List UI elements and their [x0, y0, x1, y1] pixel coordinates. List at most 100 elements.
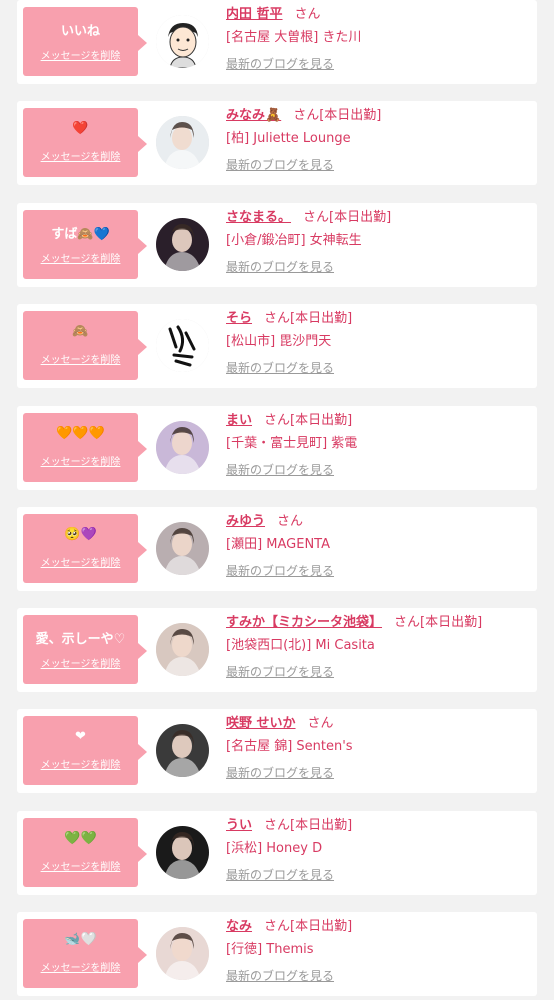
status-badge: [本日出勤] [290, 818, 353, 833]
message-text: 🙈 [72, 324, 89, 339]
honorific: さん [293, 108, 320, 123]
sender-info: みなみ🧸 さん[本日出勤] [柏] Juliette Lounge 最新のブログを見る [226, 107, 531, 173]
status-badge: [本日出勤] [329, 210, 392, 225]
latest-blog-link[interactable]: 最新のブログを見る [226, 259, 334, 275]
avatar[interactable] [156, 927, 209, 980]
delete-message-link[interactable]: メッセージを削除 [23, 250, 138, 265]
sender-name-link[interactable]: そら [226, 311, 252, 326]
sender-name-link[interactable]: 咲野 せいか [226, 716, 296, 731]
shop-label: [行徳] Themis [226, 942, 314, 957]
delete-message-link[interactable]: メッセージを削除 [23, 655, 138, 670]
latest-blog-link[interactable]: 最新のブログを見る [226, 157, 334, 173]
status-badge: [本日出勤] [319, 108, 382, 123]
sender-name-link[interactable]: なみ [226, 919, 252, 934]
message-card: 🐋🤍 メッセージを削除 なみ さん[本日出勤] [行徳] Themis 最新のブログを見る [17, 912, 537, 996]
sender-info: 内田 哲平 さん [名古屋 大曽根] きた川 最新のブログを見る [226, 6, 531, 72]
sender-line: まい さん[本日出勤] [226, 412, 531, 430]
message-card: ❤ メッセージを削除 咲野 せいか さん [名古屋 錦] Senten's 最新のブログを… [17, 709, 537, 793]
avatar[interactable] [156, 724, 209, 777]
avatar[interactable] [156, 421, 209, 474]
sender-line: みなみ🧸 さん[本日出勤] [226, 107, 531, 125]
message-text: ❤ [75, 729, 86, 744]
message-bubble: 🥺💜 メッセージを削除 [23, 514, 147, 583]
delete-message-link[interactable]: メッセージを削除 [23, 453, 138, 468]
status-badge: [本日出勤] [290, 311, 353, 326]
message-bubble: 愛、示しーや♡ メッセージを削除 [23, 615, 147, 684]
message-card: 🧡🧡🧡 メッセージを削除 まい さん[本日出勤] [千葉・富士見町] 紫電 最新のブログを… [17, 406, 537, 490]
message-text: ❤️ [72, 121, 89, 136]
message-card: 🥺💜 メッセージを削除 みゆう さん [瀬田] MAGENTA 最新のブログを見る [17, 507, 537, 591]
shop-label: [松山市] 毘沙門天 [226, 334, 332, 349]
sender-name-link[interactable]: 内田 哲平 [226, 7, 283, 22]
shop-label: [柏] Juliette Lounge [226, 131, 351, 146]
latest-blog-link[interactable]: 最新のブログを見る [226, 968, 334, 984]
avatar[interactable] [156, 623, 209, 676]
sender-name-link[interactable]: まい [226, 413, 252, 428]
sender-name-link[interactable]: すみか【ミカシータ池袋】 [226, 615, 382, 630]
sender-name-link[interactable]: うい [226, 818, 252, 833]
message-text: すば🙈💙 [51, 227, 110, 242]
latest-blog-link[interactable]: 最新のブログを見る [226, 360, 334, 376]
avatar[interactable] [156, 218, 209, 271]
avatar[interactable] [156, 826, 209, 879]
latest-blog-link[interactable]: 最新のブログを見る [226, 664, 334, 680]
sender-info: まい さん[本日出勤] [千葉・富士見町] 紫電 最新のブログを見る [226, 412, 531, 478]
message-bubble: 🙈 メッセージを削除 [23, 311, 147, 380]
latest-blog-link[interactable]: 最新のブログを見る [226, 867, 334, 883]
message-text: 🧡🧡🧡 [56, 426, 105, 441]
message-card: 愛、示しーや♡ メッセージを削除 すみか【ミカシータ池袋】 さん[本日出勤] [池袋西口… [17, 608, 537, 692]
shop-label: [名古屋 大曽根] きた川 [226, 30, 362, 45]
sender-name-link[interactable]: みゆう [226, 514, 265, 529]
honorific: さん [264, 413, 291, 428]
status-badge: [本日出勤] [290, 919, 353, 934]
honorific: さん [277, 514, 304, 529]
status-badge: [本日出勤] [420, 615, 483, 630]
honorific: さん [294, 7, 321, 22]
delete-message-link[interactable]: メッセージを削除 [23, 959, 138, 974]
shop-label: [浜松] Honey D [226, 841, 323, 856]
message-bubble: 🧡🧡🧡 メッセージを削除 [23, 413, 147, 482]
sender-line: みゆう さん [226, 513, 531, 531]
latest-blog-link[interactable]: 最新のブログを見る [226, 56, 334, 72]
delete-message-link[interactable]: メッセージを削除 [23, 148, 138, 163]
message-card: ❤️ メッセージを削除 みなみ🧸 さん[本日出勤] [柏] Juliette Loung… [17, 101, 537, 185]
honorific: さん [264, 919, 291, 934]
latest-blog-link[interactable]: 最新のブログを見る [226, 563, 334, 579]
latest-blog-link[interactable]: 最新のブログを見る [226, 462, 334, 478]
sender-line: さなまる。 さん[本日出勤] [226, 209, 531, 227]
avatar[interactable] [156, 522, 209, 575]
sender-line: すみか【ミカシータ池袋】 さん[本日出勤] [226, 614, 531, 632]
honorific: さん [394, 615, 421, 630]
sender-info: みゆう さん [瀬田] MAGENTA 最新のブログを見る [226, 513, 531, 579]
avatar[interactable] [156, 319, 209, 372]
delete-message-link[interactable]: メッセージを削除 [23, 351, 138, 366]
shop-label: [小倉/鍛冶町] 女神転生 [226, 233, 362, 248]
sender-line: 内田 哲平 さん [226, 6, 531, 24]
message-text: 愛、示しーや♡ [35, 632, 126, 647]
message-bubble: いいね メッセージを削除 [23, 7, 147, 76]
message-bubble: すば🙈💙 メッセージを削除 [23, 210, 147, 279]
delete-message-link[interactable]: メッセージを削除 [23, 756, 138, 771]
message-card: いいね メッセージを削除 内田 哲平 さん [名古屋 大曽根] きた川 最新のブログを見る [17, 0, 537, 84]
sender-name-link[interactable]: みなみ🧸 [226, 108, 281, 123]
avatar[interactable] [156, 15, 209, 68]
sender-info: うい さん[本日出勤] [浜松] Honey D 最新のブログを見る [226, 817, 531, 883]
message-bubble: 🐋🤍 メッセージを削除 [23, 919, 147, 988]
shop-label: [池袋西口(北)] Mi Casita [226, 638, 375, 653]
delete-message-link[interactable]: メッセージを削除 [23, 554, 138, 569]
sender-line: うい さん[本日出勤] [226, 817, 531, 835]
sender-info: さなまる。 さん[本日出勤] [小倉/鍛冶町] 女神転生 最新のブログを見る [226, 209, 531, 275]
message-bubble: ❤️ メッセージを削除 [23, 108, 147, 177]
sender-name-link[interactable]: さなまる。 [226, 210, 291, 225]
delete-message-link[interactable]: メッセージを削除 [23, 47, 138, 62]
honorific: さん [264, 818, 291, 833]
honorific: さん [264, 311, 291, 326]
honorific: さん [303, 210, 330, 225]
message-card: すば🙈💙 メッセージを削除 さなまる。 さん[本日出勤] [小倉/鍛冶町] 女神転生 最新… [17, 203, 537, 287]
latest-blog-link[interactable]: 最新のブログを見る [226, 765, 334, 781]
delete-message-link[interactable]: メッセージを削除 [23, 858, 138, 873]
avatar[interactable] [156, 116, 209, 169]
sender-line: なみ さん[本日出勤] [226, 918, 531, 936]
shop-label: [千葉・富士見町] 紫電 [226, 436, 358, 451]
message-text: 💚💚 [64, 831, 97, 846]
